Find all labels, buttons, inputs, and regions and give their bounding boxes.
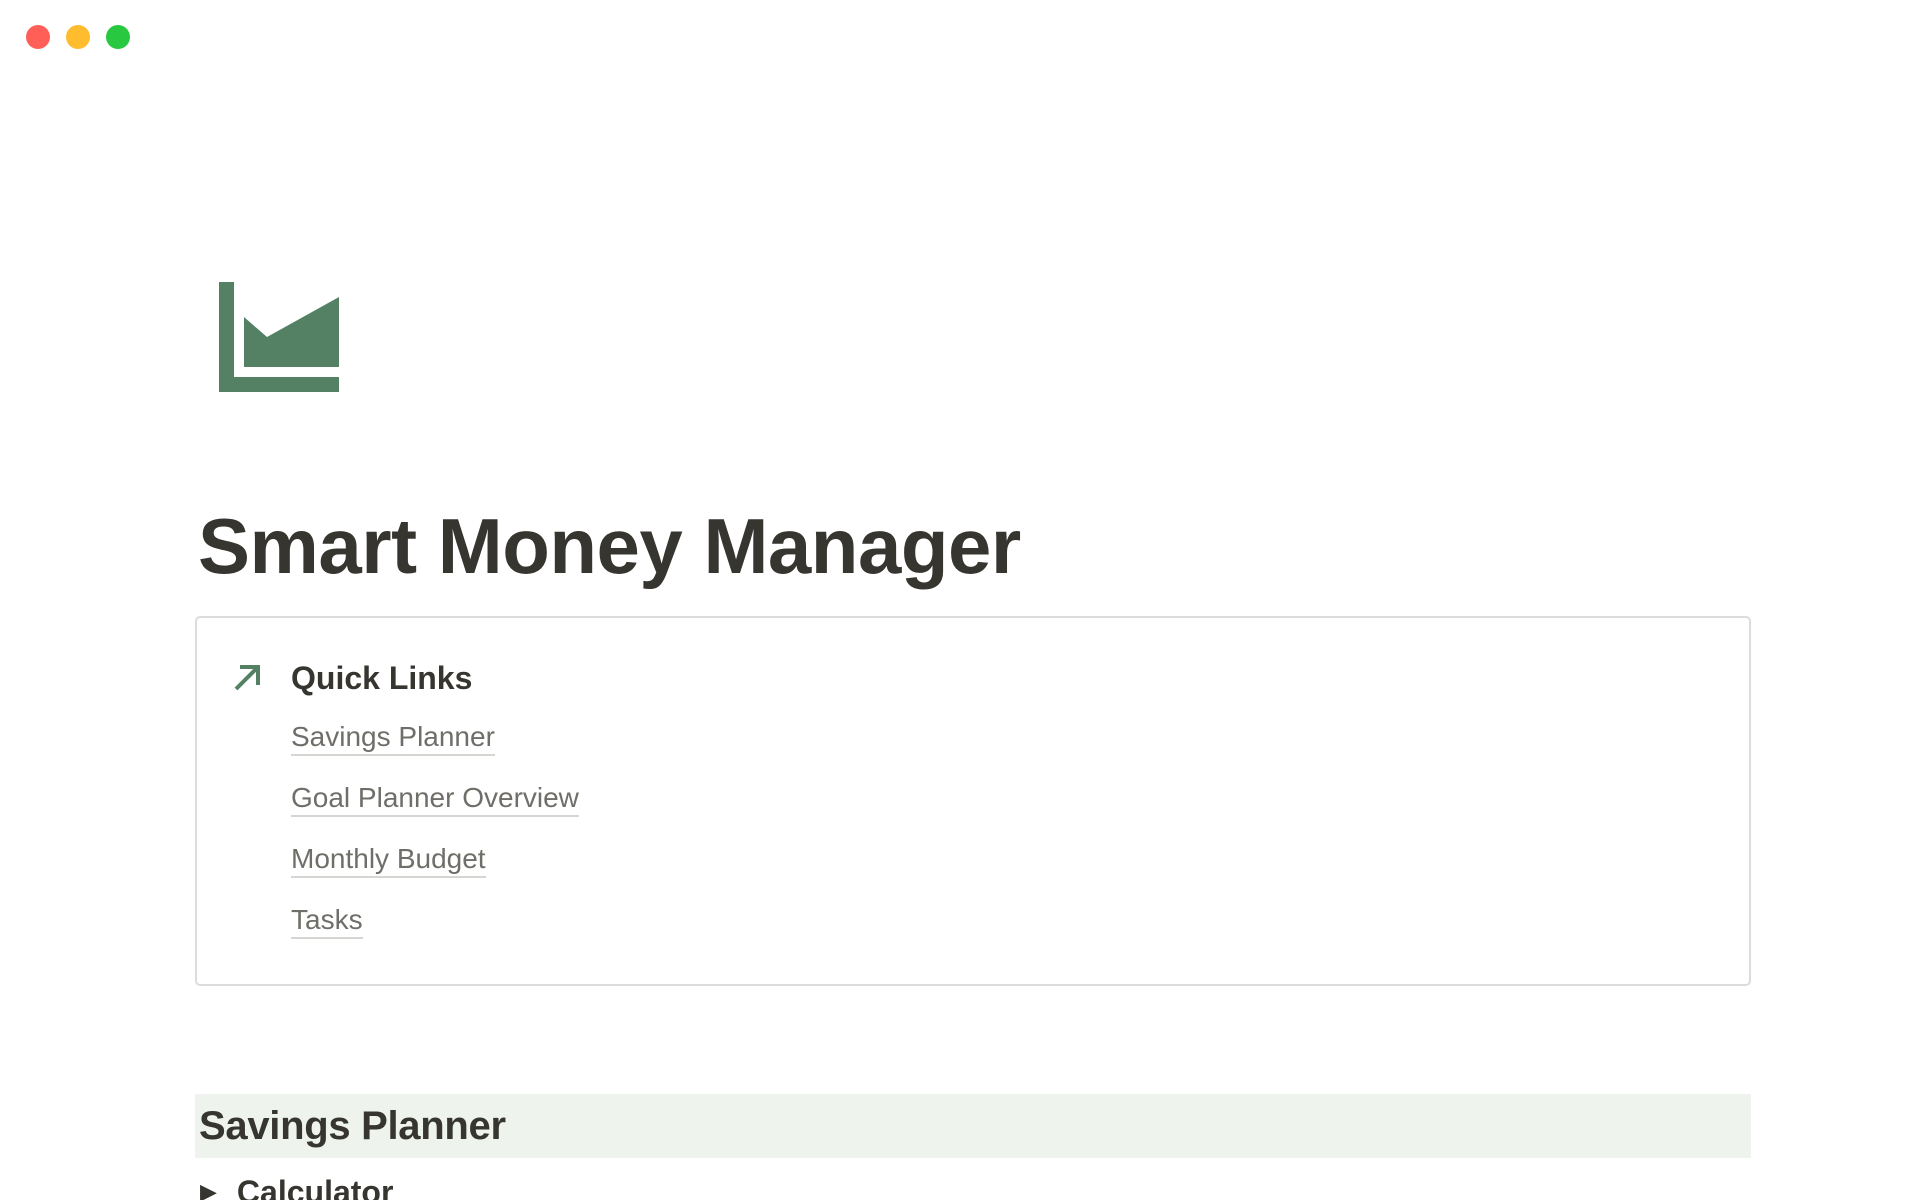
quick-links-heading: Quick Links — [291, 660, 473, 696]
list-item: Tasks — [291, 901, 579, 962]
zoom-window-button[interactable] — [106, 25, 130, 49]
section-heading[interactable]: Savings Planner — [199, 1102, 506, 1150]
list-item: Savings Planner — [291, 718, 579, 779]
minimize-window-button[interactable] — [66, 25, 90, 49]
toggle-label: Calculator — [236, 1174, 394, 1200]
page-title[interactable]: Smart Money Manager — [198, 496, 1021, 596]
app-window: Smart Money Manager Quick Links Savings … — [0, 0, 1920, 1200]
link-goal-planner-overview[interactable]: Goal Planner Overview — [291, 782, 579, 817]
link-tasks[interactable]: Tasks — [291, 904, 363, 939]
savings-planner-section-header: Savings Planner — [195, 1094, 1751, 1158]
quick-links-list: Savings Planner Goal Planner Overview Mo… — [291, 718, 579, 962]
calculator-toggle[interactable]: ▶ Calculator — [200, 1172, 393, 1200]
link-savings-planner[interactable]: Savings Planner — [291, 721, 495, 756]
arrow-up-right-icon — [231, 662, 263, 694]
list-item: Goal Planner Overview — [291, 779, 579, 840]
area-chart-icon[interactable] — [219, 282, 339, 392]
quick-links-callout: Quick Links Savings Planner Goal Planner… — [195, 616, 1751, 986]
link-monthly-budget[interactable]: Monthly Budget — [291, 843, 486, 878]
close-window-button[interactable] — [26, 25, 50, 49]
triangle-right-icon[interactable]: ▶ — [200, 1172, 217, 1200]
window-controls — [26, 25, 130, 49]
list-item: Monthly Budget — [291, 840, 579, 901]
